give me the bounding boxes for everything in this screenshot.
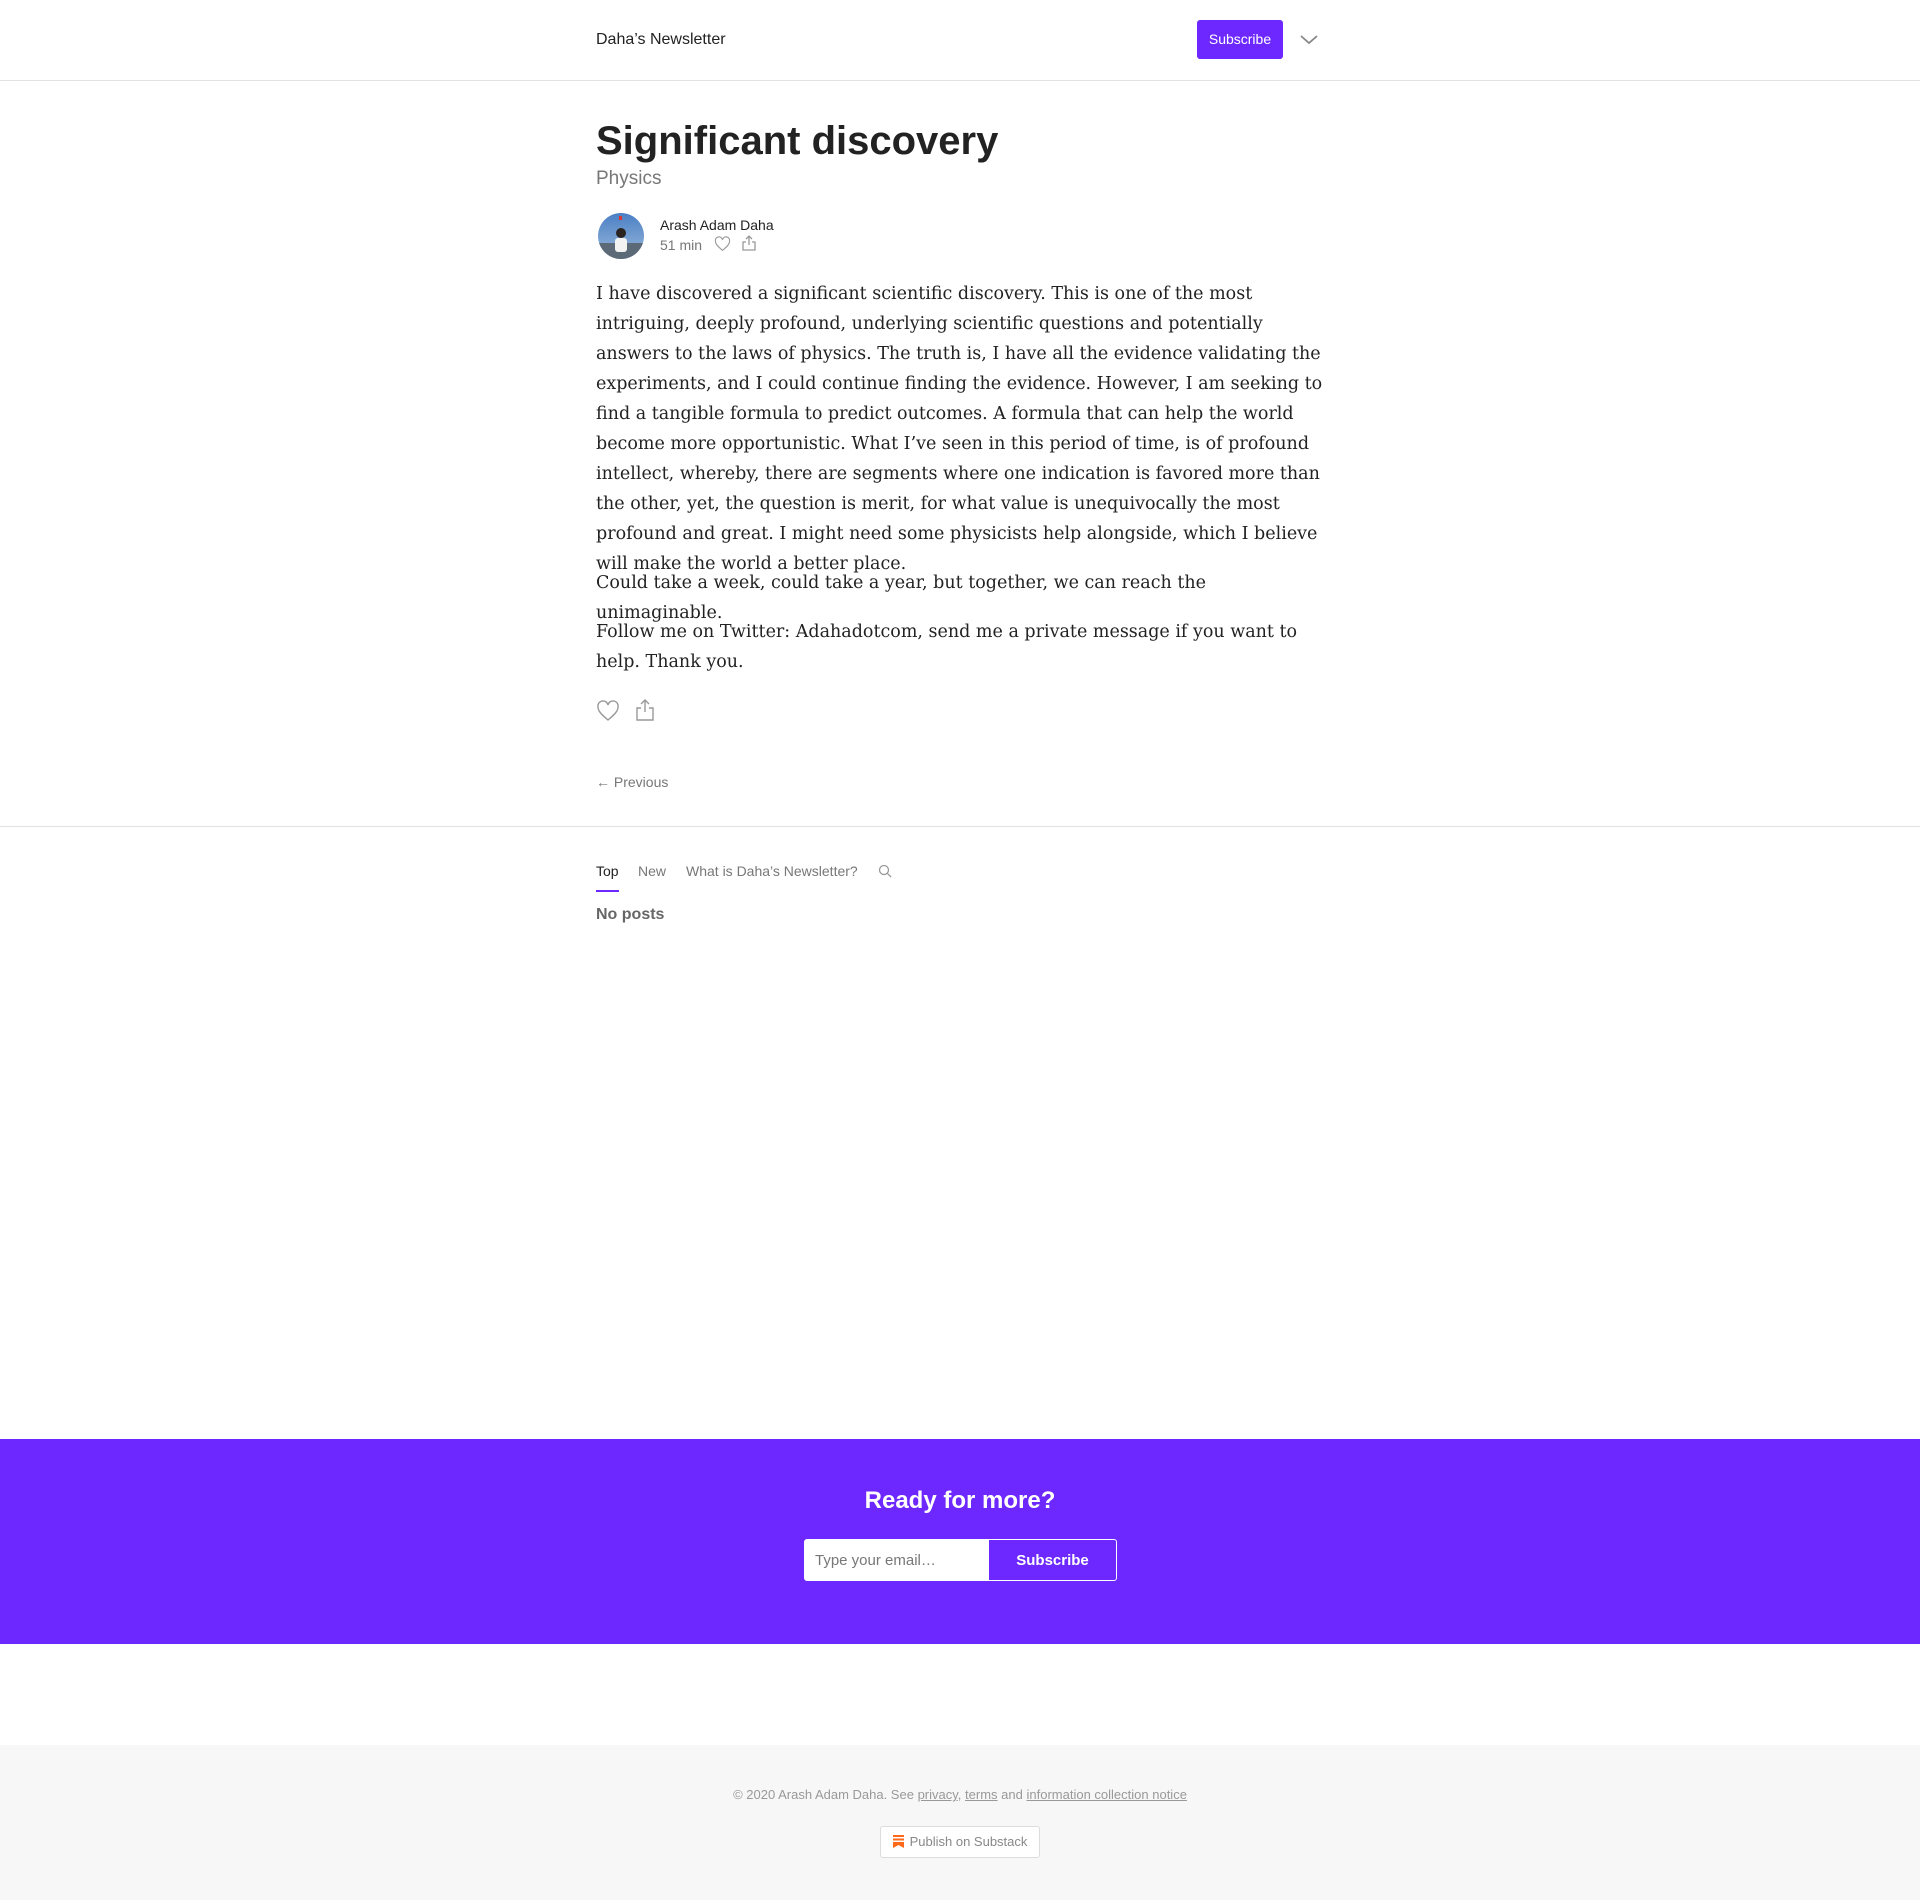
subscribe-banner: Ready for more? Subscribe — [0, 1439, 1920, 1644]
newsletter-name[interactable]: Daha’s Newsletter — [596, 31, 726, 49]
empty-posts-message: No posts — [596, 906, 665, 923]
substack-logo-icon — [892, 1835, 904, 1848]
share-icon[interactable] — [636, 699, 654, 721]
and-text: and — [1001, 1787, 1023, 1802]
tab-about[interactable]: What is Daha’s Newsletter? — [686, 863, 858, 879]
publish-on-substack-button[interactable]: Publish on Substack — [880, 1826, 1040, 1858]
top-bar: Daha’s Newsletter Subscribe — [0, 0, 1920, 81]
comma-separator: , — [957, 1787, 962, 1802]
section-divider — [0, 826, 1920, 827]
previous-post-link[interactable]: ← Previous — [596, 774, 668, 790]
tab-top[interactable]: Top — [596, 863, 619, 879]
cta-subscribe-button[interactable]: Subscribe — [989, 1540, 1116, 1580]
post-paragraph: Follow me on Twitter: Adahadotcom, send … — [596, 622, 1298, 672]
copyright-text: © 2020 Arash Adam Daha. See — [733, 1787, 914, 1802]
info-notice-link[interactable]: information collection notice — [1027, 1787, 1187, 1802]
read-time: 51 min — [660, 237, 703, 253]
active-tab-indicator — [596, 890, 619, 892]
heart-icon[interactable] — [714, 236, 731, 252]
subscribe-form: Subscribe — [804, 1539, 1117, 1581]
cta-title: Ready for more? — [864, 1487, 1056, 1514]
publish-label: Publish on Substack — [909, 1834, 1028, 1849]
page-footer: © 2020 Arash Adam Daha. See privacy, ter… — [0, 1745, 1920, 1900]
author-avatar[interactable] — [598, 213, 644, 259]
post-subtitle: Physics — [596, 168, 662, 189]
copyright-line: © 2020 Arash Adam Daha. See privacy, ter… — [0, 1787, 1920, 1802]
chevron-down-icon[interactable] — [1299, 30, 1319, 50]
email-input[interactable] — [805, 1540, 989, 1580]
header-subscribe-button[interactable]: Subscribe — [1197, 20, 1283, 59]
post-paragraph: I have discovered a significant scientif… — [596, 284, 1323, 574]
search-icon[interactable] — [878, 864, 892, 878]
post-title: Significant discovery — [596, 119, 999, 163]
author-name[interactable]: Arash Adam Daha — [660, 217, 774, 233]
privacy-link[interactable]: privacy — [918, 1787, 958, 1802]
heart-icon[interactable] — [596, 700, 620, 722]
terms-link[interactable]: terms — [965, 1787, 998, 1802]
share-icon[interactable] — [742, 235, 756, 251]
tab-new[interactable]: New — [638, 863, 666, 879]
